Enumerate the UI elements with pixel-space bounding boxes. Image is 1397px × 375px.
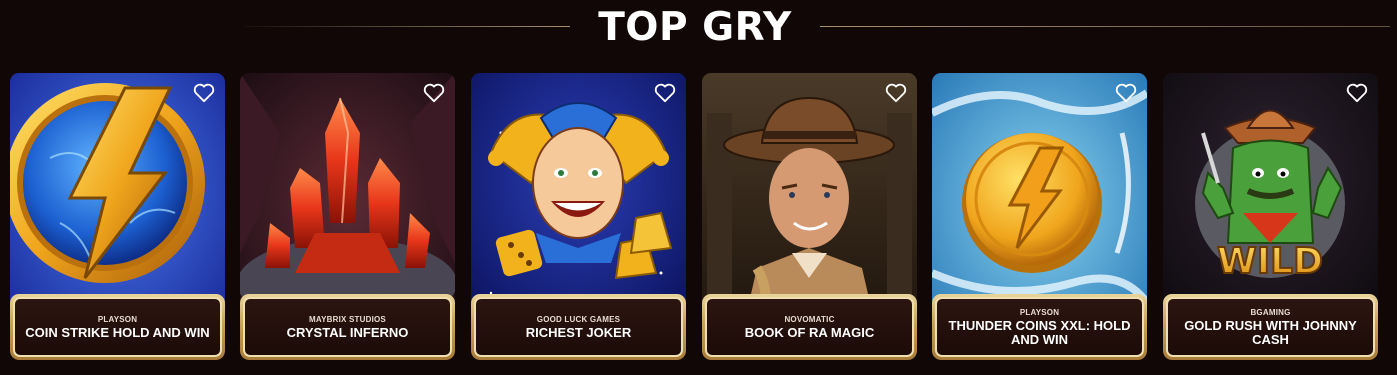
game-info-plate: NOVOMATIC BOOK OF RA MAGIC — [702, 294, 917, 360]
game-provider: PLAYSON — [1019, 307, 1060, 317]
game-card-thunder-coins[interactable]: PLAYSON THUNDER COINS XXL: HOLD AND WIN — [932, 73, 1147, 360]
game-provider: GOOD LUCK GAMES — [536, 314, 621, 324]
svg-text:WILD: WILD — [1217, 241, 1323, 282]
favorite-heart-icon[interactable] — [653, 82, 677, 104]
game-info-plate: MAYBRIX STUDIOS CRYSTAL INFERNO — [240, 294, 455, 360]
favorite-heart-icon[interactable] — [1345, 82, 1369, 104]
game-info-plate: PLAYSON THUNDER COINS XXL: HOLD AND WIN — [932, 294, 1147, 360]
game-card-gold-rush-johnny-cash[interactable]: WILD BGAMING GOLD RUSH WITH JOHNNY CASH — [1163, 73, 1378, 360]
favorite-heart-icon[interactable] — [1114, 82, 1138, 104]
game-info-plate: PLAYSON COIN STRIKE HOLD AND WIN — [10, 294, 225, 360]
header-divider-right — [820, 26, 1390, 27]
game-info-plate: BGAMING GOLD RUSH WITH JOHNNY CASH — [1163, 294, 1378, 360]
game-name: RICHEST JOKER — [525, 324, 632, 340]
game-provider: MAYBRIX STUDIOS — [309, 314, 386, 324]
favorite-heart-icon[interactable] — [192, 82, 216, 104]
game-info-plate: GOOD LUCK GAMES RICHEST JOKER — [471, 294, 686, 360]
game-provider: BGAMING — [1250, 307, 1291, 317]
favorite-heart-icon[interactable] — [422, 82, 446, 104]
game-provider: NOVOMATIC — [784, 314, 835, 324]
section-title: TOP GRY — [598, 5, 792, 50]
game-name: CRYSTAL INFERNO — [286, 324, 409, 340]
game-card-book-of-ra-magic[interactable]: NOVOMATIC BOOK OF RA MAGIC — [702, 73, 917, 360]
game-name: BOOK OF RA MAGIC — [744, 324, 875, 340]
section-header: TOP GRY — [0, 0, 1397, 60]
game-name: THUNDER COINS XXL: HOLD AND WIN — [948, 317, 1131, 347]
game-card-richest-joker[interactable]: GOOD LUCK GAMES RICHEST JOKER — [471, 73, 686, 360]
favorite-heart-icon[interactable] — [884, 82, 908, 104]
game-name: COIN STRIKE HOLD AND WIN — [25, 324, 210, 340]
header-divider-left — [245, 26, 570, 27]
game-card-crystal-inferno[interactable]: MAYBRIX STUDIOS CRYSTAL INFERNO — [240, 73, 455, 360]
game-provider: PLAYSON — [97, 314, 138, 324]
game-card-coin-strike[interactable]: PLAYSON COIN STRIKE HOLD AND WIN — [10, 73, 225, 360]
game-name: GOLD RUSH WITH JOHNNY CASH — [1184, 317, 1357, 347]
